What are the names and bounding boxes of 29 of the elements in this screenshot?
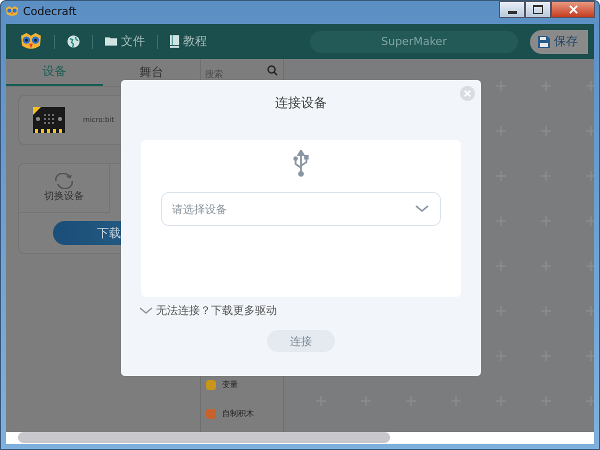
globe-icon[interactable] <box>67 35 80 48</box>
folder-icon <box>105 36 118 47</box>
book-icon <box>170 35 180 48</box>
usb-icon <box>292 150 310 178</box>
search-icon[interactable] <box>267 65 278 76</box>
category-item[interactable]: 自制积木 <box>222 408 254 419</box>
save-icon <box>538 36 550 48</box>
device-select[interactable]: 请选择设备 <box>161 192 441 226</box>
save-button[interactable]: 保存 <box>530 30 588 54</box>
category-item[interactable]: 变量 <box>222 379 238 390</box>
chevron-down-icon[interactable] <box>415 205 429 213</box>
minimize-button[interactable] <box>499 1 525 18</box>
switch-device-label[interactable]: 切换设备 <box>44 189 84 203</box>
maximize-button[interactable] <box>525 1 551 18</box>
project-name-field[interactable]: SuperMaker <box>310 30 518 52</box>
menu-item[interactable]: 文件 <box>105 33 145 50</box>
menu-item[interactable]: 教程 <box>170 33 207 50</box>
help-link[interactable]: 无法连接？下载更多驱动 <box>156 303 277 318</box>
switch-arrows-icon[interactable] <box>52 173 76 189</box>
owl-icon <box>5 6 19 17</box>
chevron-down-icon[interactable] <box>139 306 153 314</box>
window-title: Codecraft <box>23 5 76 18</box>
dialog-title: 连接设备 <box>275 95 327 112</box>
scrollbar-thumb[interactable] <box>18 432 390 443</box>
close-button[interactable] <box>551 1 595 18</box>
close-icon[interactable] <box>568 5 578 14</box>
microbit-board-icon <box>33 107 65 133</box>
sidebar-tab[interactable]: 设备 <box>6 59 103 86</box>
owl-logo-icon[interactable] <box>20 32 42 50</box>
